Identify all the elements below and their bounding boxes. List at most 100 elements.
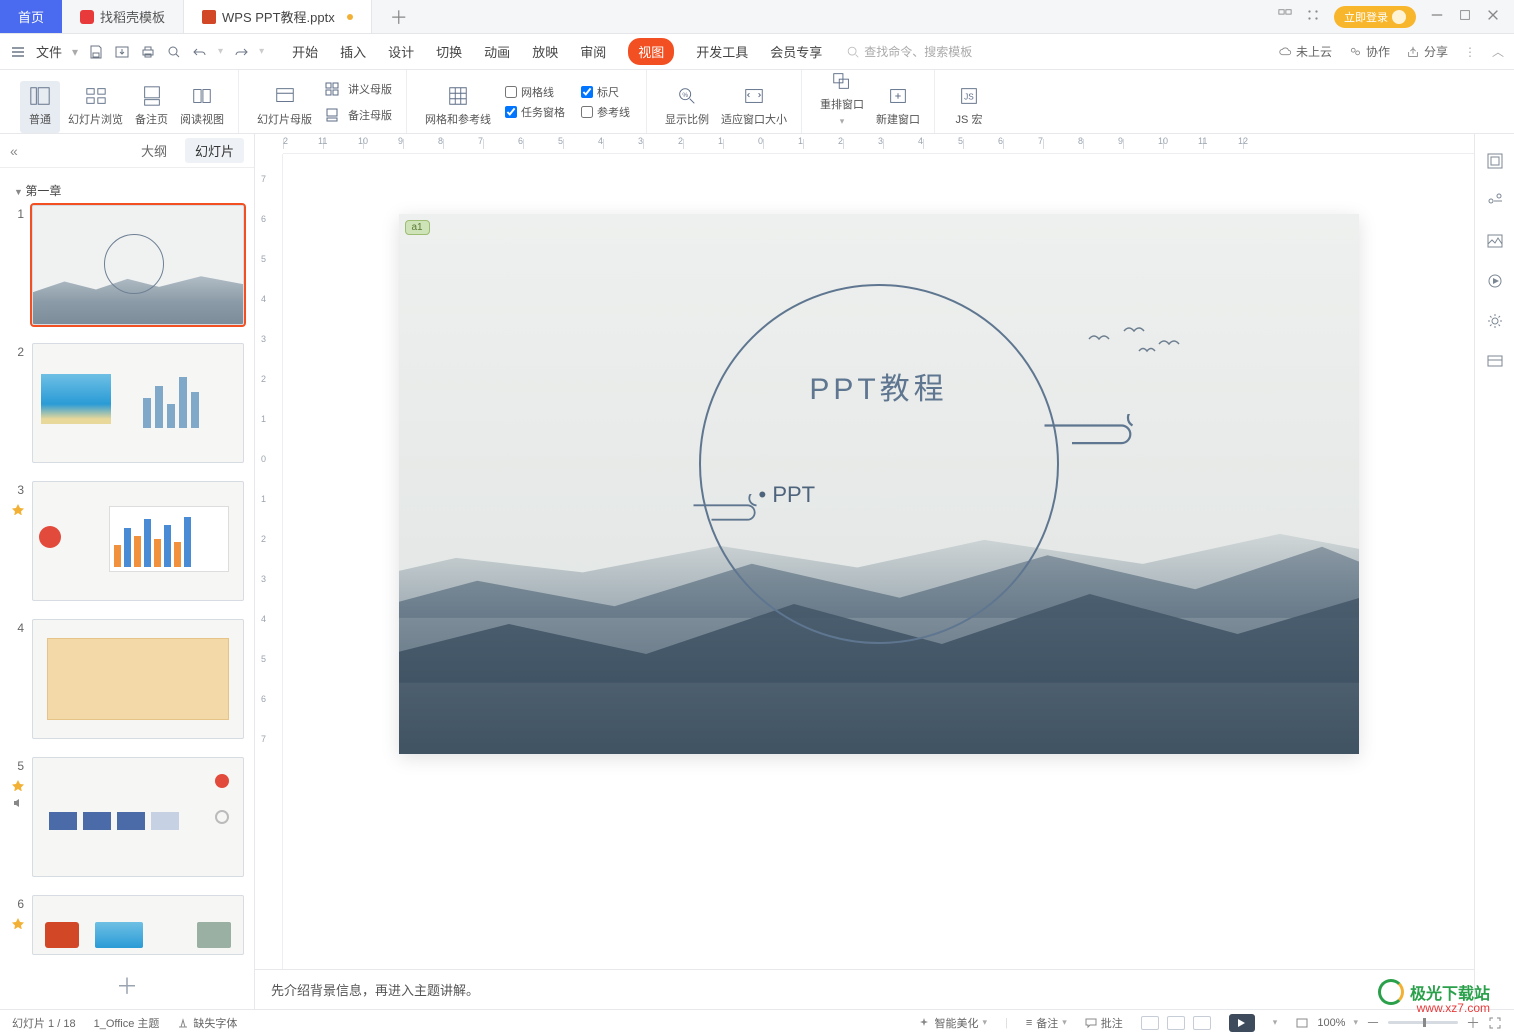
menu-slideshow[interactable]: 放映 xyxy=(532,42,558,61)
panel-tab-outline[interactable]: 大纲 xyxy=(141,141,167,160)
comment-icon xyxy=(1085,1017,1097,1029)
style-pane-icon[interactable] xyxy=(1486,192,1504,210)
arrange-windows-button[interactable]: 重排窗口▾ xyxy=(816,66,868,133)
slide-position[interactable]: 幻灯片 1 / 18 xyxy=(12,1015,76,1031)
view-reading-button[interactable]: 阅读视图 xyxy=(176,81,228,133)
menu-devtools[interactable]: 开发工具 xyxy=(696,42,748,61)
slide-thumb-2[interactable]: 2 xyxy=(10,343,244,463)
js-macro-button[interactable]: JSJS 宏 xyxy=(949,81,989,133)
window-close-button[interactable] xyxy=(1486,8,1500,25)
menu-insert[interactable]: 插入 xyxy=(340,42,366,61)
command-search[interactable]: 查找命令、搜索模板 xyxy=(846,43,972,60)
slide-title[interactable]: PPT教程 xyxy=(399,364,1359,408)
tab-new[interactable]: ＋ xyxy=(372,0,426,33)
menu-design[interactable]: 设计 xyxy=(388,42,414,61)
select-pane-icon[interactable] xyxy=(1486,152,1504,170)
tab-docer[interactable]: 找稻壳模板 xyxy=(62,0,184,33)
slide-thumb-4[interactable]: 4 xyxy=(10,619,244,739)
missing-font-button[interactable]: 缺失字体 xyxy=(177,1015,237,1031)
comments-toggle-button[interactable]: 批注 xyxy=(1085,1015,1123,1031)
theme-name[interactable]: 1_Office 主题 xyxy=(94,1015,160,1031)
right-rail xyxy=(1474,134,1514,1009)
slide-thumb-5[interactable]: 5 xyxy=(10,757,244,877)
gridlines-checkbox[interactable]: 网格线 xyxy=(505,84,565,100)
view-reading-small-button[interactable] xyxy=(1193,1016,1211,1030)
view-notespage-button[interactable]: 备注页 xyxy=(131,81,172,133)
slide-thumb-1[interactable]: 1 xyxy=(10,205,244,325)
tile-view-icon[interactable] xyxy=(1278,8,1292,25)
view-sorter-button[interactable]: 幻灯片浏览 xyxy=(64,81,127,133)
slide-thumb-6[interactable]: 6 xyxy=(10,895,244,955)
notes-master-label: 备注母版 xyxy=(348,107,392,123)
notes-master-button[interactable]: 备注母版 xyxy=(320,105,396,125)
collab-button[interactable]: 协作 xyxy=(1348,43,1390,60)
collapse-ribbon-icon[interactable]: ︿ xyxy=(1492,43,1504,60)
animation-pane-icon[interactable] xyxy=(1486,272,1504,290)
window-maximize-button[interactable] xyxy=(1458,8,1472,25)
settings-pane-icon[interactable] xyxy=(1486,312,1504,330)
panel-collapse-icon[interactable]: « xyxy=(10,143,18,159)
menu-start[interactable]: 开始 xyxy=(292,42,318,61)
save-icon[interactable] xyxy=(88,44,104,60)
fullscreen-icon[interactable] xyxy=(1488,1016,1502,1030)
zoom-out-button[interactable]: － xyxy=(1366,1013,1380,1033)
template-pane-icon[interactable] xyxy=(1486,352,1504,370)
export-icon[interactable] xyxy=(114,44,130,60)
cloud-status[interactable]: 未上云 xyxy=(1278,43,1332,60)
chapter-header[interactable]: 第一章 xyxy=(10,176,244,205)
notes-bar[interactable]: 先介绍背景信息，再进入主题讲解。 xyxy=(255,969,1474,1009)
menu-animation[interactable]: 动画 xyxy=(484,42,510,61)
slide-thumb-3[interactable]: 3 xyxy=(10,481,244,601)
grid-guides-button[interactable]: 网格和参考线 xyxy=(421,81,495,133)
slideshow-play-button[interactable] xyxy=(1229,1014,1255,1032)
fit-window-button[interactable]: 适应窗口大小 xyxy=(717,81,791,133)
taskpane-checkbox[interactable]: 任务窗格 xyxy=(505,104,565,120)
tab-document-active[interactable]: WPS PPT教程.pptx xyxy=(184,0,372,33)
object-pane-icon[interactable] xyxy=(1486,232,1504,250)
window-minimize-button[interactable] xyxy=(1430,8,1444,25)
view-normal-small-button[interactable] xyxy=(1141,1016,1159,1030)
beautify-button[interactable]: 智能美化▾ xyxy=(918,1015,987,1031)
panel-tab-slides[interactable]: 幻灯片 xyxy=(185,138,244,163)
undo-icon[interactable] xyxy=(192,44,208,60)
zoom-in-button[interactable]: ＋ xyxy=(1466,1013,1480,1033)
redo-icon[interactable] xyxy=(233,44,249,60)
handout-master-button[interactable]: 讲义母版 xyxy=(320,79,396,99)
beautify-label: 智能美化 xyxy=(934,1015,978,1031)
print-icon[interactable] xyxy=(140,44,156,60)
share-button[interactable]: 分享 xyxy=(1406,43,1448,60)
menu-transition[interactable]: 切换 xyxy=(436,42,462,61)
app-menu-icon[interactable] xyxy=(10,44,26,60)
new-window-button[interactable]: 新建窗口 xyxy=(872,81,924,133)
menu-review[interactable]: 审阅 xyxy=(580,42,606,61)
print-preview-icon[interactable] xyxy=(166,44,182,60)
arrange-label: 重排窗口 xyxy=(820,96,864,112)
notes-toggle-button[interactable]: ≡ 备注 ▾ xyxy=(1026,1015,1067,1031)
menu-view[interactable]: 视图 xyxy=(628,38,674,65)
menu-member[interactable]: 会员专享 xyxy=(770,42,822,61)
zoom-value[interactable]: 100% xyxy=(1317,1017,1345,1029)
zoom-slider[interactable] xyxy=(1388,1021,1458,1024)
ruler-checkbox[interactable]: 标尺 xyxy=(581,84,630,100)
apps-icon[interactable] xyxy=(1306,8,1320,25)
slide-canvas[interactable]: a1 PPT教程 PPT xyxy=(399,214,1359,754)
comment-flag[interactable]: a1 xyxy=(405,220,430,235)
fit-icon[interactable] xyxy=(1295,1016,1309,1030)
guides-checkbox[interactable]: 参考线 xyxy=(581,104,630,120)
cloud-decoration xyxy=(1039,414,1149,448)
tab-home[interactable]: 首页 xyxy=(0,0,62,33)
audio-indicator-icon xyxy=(12,797,24,809)
grid-icon xyxy=(447,85,469,107)
view-sorter-small-button[interactable] xyxy=(1167,1016,1185,1030)
slide-master-button[interactable]: 幻灯片母版 xyxy=(253,81,316,133)
zoom-button[interactable]: %显示比例 xyxy=(661,81,713,133)
file-menu[interactable]: 文件 xyxy=(36,42,62,61)
thumb-number: 1 xyxy=(10,205,24,221)
slide-stage[interactable]: a1 PPT教程 PPT xyxy=(283,154,1474,969)
login-button[interactable]: 立即登录 xyxy=(1334,6,1416,28)
more-menu-icon[interactable]: ⋮ xyxy=(1464,45,1476,59)
notes-master-icon xyxy=(324,107,340,123)
view-normal-button[interactable]: 普通 xyxy=(20,81,60,133)
add-slide-button[interactable]: ＋ xyxy=(116,969,138,1001)
slides-panel: « 大纲 幻灯片 第一章 1 2 3 xyxy=(0,134,255,1009)
